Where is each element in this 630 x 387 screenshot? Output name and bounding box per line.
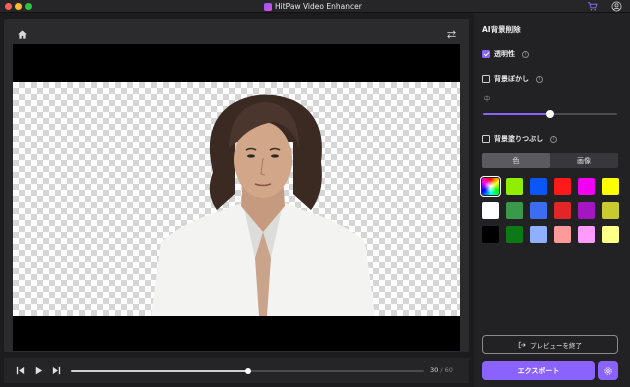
color-swatch[interactable] (530, 202, 547, 219)
option-background-blur[interactable]: 背景ぼかし i (482, 74, 543, 84)
timeline-progress (71, 370, 248, 372)
blur-level-label: 中 (484, 96, 491, 103)
settings-panel: AI背景削除 透明性 i 背景ぼかし i 中 背景塗りつぶし i 色 画像 プレ… (474, 13, 630, 387)
background-fill-checkbox[interactable] (482, 135, 490, 143)
exit-preview-label: プレビューを終了 (530, 341, 582, 350)
transparency-checkbox[interactable] (482, 50, 490, 58)
transparent-background (13, 82, 460, 316)
custom-color-picker[interactable] (480, 176, 501, 197)
color-swatch[interactable] (482, 226, 499, 243)
color-swatch[interactable] (530, 226, 547, 243)
color-swatch[interactable] (506, 226, 523, 243)
play-icon[interactable] (33, 365, 44, 376)
exit-preview-button[interactable]: プレビューを終了 (482, 335, 618, 354)
swap-icon[interactable] (446, 29, 457, 40)
close-window-button[interactable] (5, 3, 12, 10)
fill-type-tabs: 色 画像 (482, 153, 618, 168)
gear-icon (604, 366, 612, 375)
next-frame-icon[interactable] (51, 365, 62, 376)
timeline-thumb[interactable] (244, 368, 251, 374)
color-swatch[interactable] (578, 178, 595, 195)
color-swatch-grid (480, 176, 619, 243)
export-button[interactable]: エクスポート (482, 361, 595, 380)
color-swatch[interactable] (554, 202, 571, 219)
option-transparency[interactable]: 透明性 i (482, 49, 529, 59)
app-title: HitPaw Video Enhancer (264, 1, 362, 12)
person-image (151, 94, 375, 316)
export-settings-button[interactable] (598, 361, 618, 380)
title-bar: HitPaw Video Enhancer (0, 0, 630, 13)
blur-level-slider[interactable] (483, 110, 617, 118)
timeline-slider[interactable] (71, 368, 424, 374)
color-swatch[interactable] (506, 178, 523, 195)
color-swatch[interactable] (578, 226, 595, 243)
color-swatch[interactable] (602, 202, 619, 219)
previous-frame-icon[interactable] (15, 365, 26, 376)
preview-panel (4, 19, 469, 352)
color-swatch[interactable] (530, 178, 547, 195)
color-swatch[interactable] (602, 226, 619, 243)
blur-level-fill (483, 113, 550, 115)
info-icon[interactable]: i (536, 75, 543, 83)
app-title-text: HitPaw Video Enhancer (275, 2, 362, 11)
color-swatch[interactable] (482, 202, 499, 219)
app-logo-icon (264, 2, 272, 11)
home-icon[interactable] (17, 29, 28, 40)
exit-icon (518, 341, 526, 348)
blur-level-thumb[interactable] (546, 110, 554, 118)
total-frames: / 60 (438, 366, 453, 374)
panel-title: AI背景削除 (482, 25, 521, 34)
info-icon[interactable]: i (550, 135, 558, 143)
minimize-window-button[interactable] (15, 3, 22, 10)
tab-color[interactable]: 色 (482, 153, 550, 168)
user-icon[interactable] (611, 1, 622, 12)
info-icon[interactable]: i (522, 50, 529, 58)
color-swatch[interactable] (506, 202, 523, 219)
tab-image[interactable]: 画像 (550, 153, 618, 168)
background-blur-checkbox[interactable] (482, 75, 490, 83)
cart-icon[interactable] (587, 1, 598, 12)
maximize-window-button[interactable] (25, 3, 32, 10)
playback-bar: 30 / 60 (4, 358, 469, 383)
frame-counter: 30 / 60 (430, 366, 453, 374)
color-swatch[interactable] (578, 202, 595, 219)
color-swatch[interactable] (602, 178, 619, 195)
background-blur-label: 背景ぼかし (494, 75, 529, 83)
color-swatch[interactable] (554, 226, 571, 243)
video-preview[interactable] (13, 44, 460, 351)
option-background-fill[interactable]: 背景塗りつぶし i (482, 134, 558, 144)
color-swatch[interactable] (554, 178, 571, 195)
background-fill-label: 背景塗りつぶし (494, 135, 544, 143)
transparency-label: 透明性 (494, 50, 515, 58)
